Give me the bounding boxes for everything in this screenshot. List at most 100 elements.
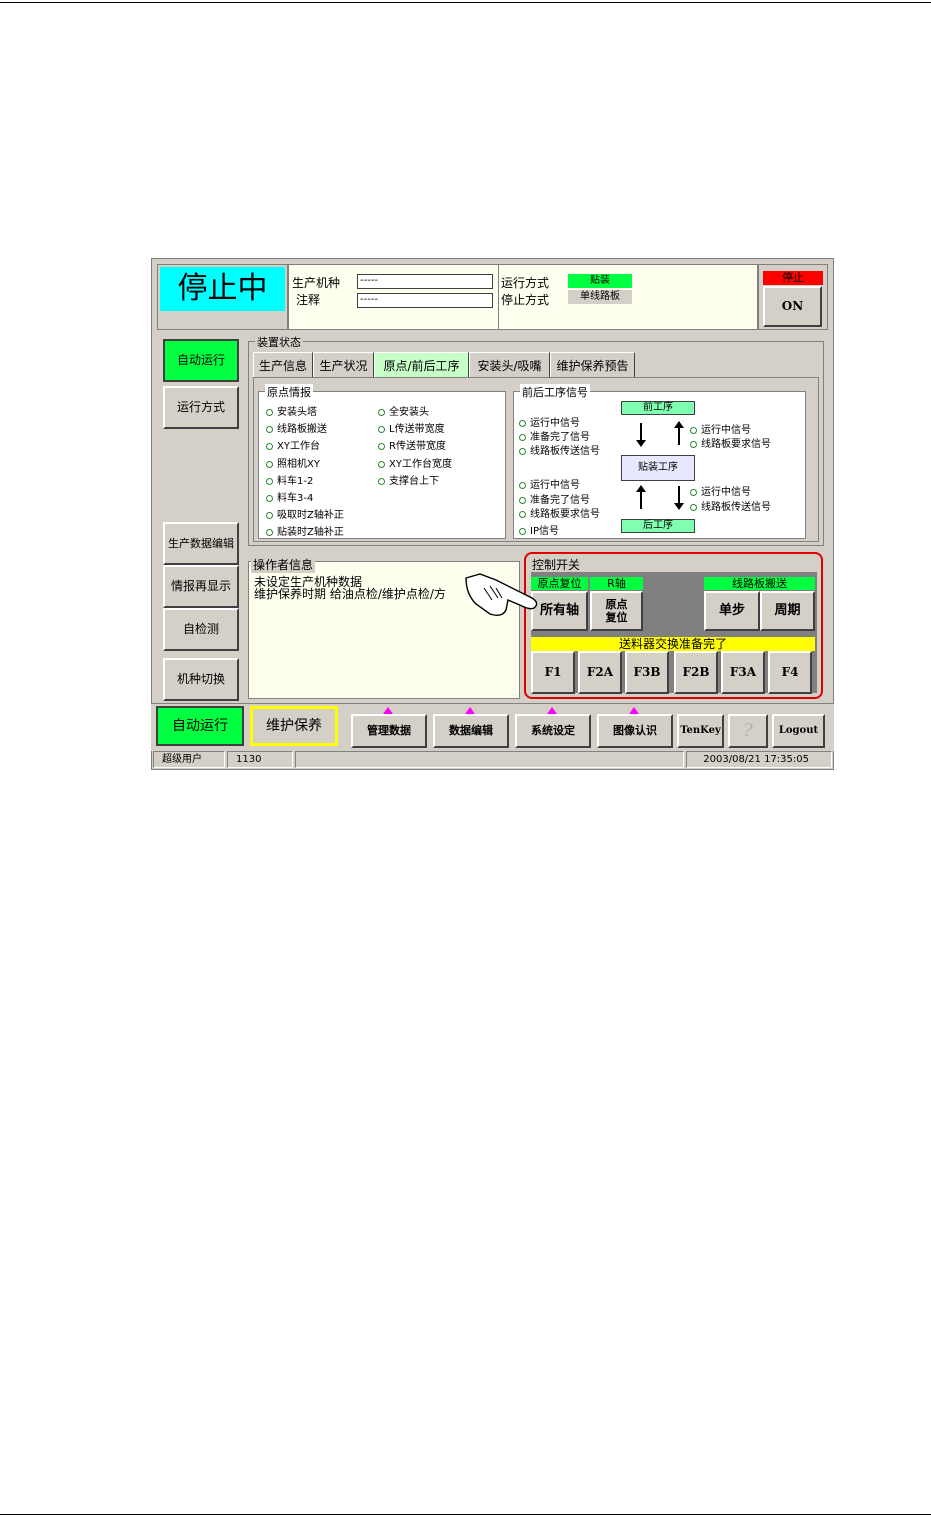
signal-item-label: 线路板要求信号 — [530, 509, 600, 520]
indicator-icon — [519, 447, 526, 455]
origin-item: 吸取时Z轴补正 — [266, 506, 344, 521]
origin-item: XY工作台宽度 — [378, 455, 452, 470]
help-button[interactable]: ? — [728, 714, 768, 748]
board-transfer-header: 线路板搬送 — [704, 577, 815, 590]
origin-item-label: R传送带宽度 — [389, 441, 446, 452]
arrow-up-icon — [674, 421, 684, 445]
origin-item-label: 全安装头 — [389, 407, 429, 418]
arrow-down-icon — [636, 423, 646, 447]
model-field[interactable]: ----- — [357, 274, 493, 289]
image-recognition-button[interactable]: 图像认识 — [597, 714, 673, 748]
tab-maintenance-notice[interactable]: 维护保养预告 — [550, 352, 635, 377]
f3b-button[interactable]: F3B — [625, 651, 669, 694]
origin-reset-button[interactable]: 原点 复位 — [590, 591, 643, 631]
bottom-auto-run-button[interactable]: 自动运行 — [156, 706, 244, 746]
status-panel: 停止中 — [157, 264, 288, 330]
r-axis-header: R轴 — [590, 577, 643, 590]
f2a-button[interactable]: F2A — [578, 651, 622, 694]
indicator-icon — [690, 503, 697, 511]
indicator-icon — [266, 425, 273, 433]
logout-button[interactable]: Logout — [772, 714, 825, 748]
indicator-icon — [519, 496, 526, 504]
sidebar-model-switch-button[interactable]: 机种切换 — [163, 658, 239, 701]
origin-item: XY工作台 — [266, 437, 320, 452]
signal-item: 运行中信号 — [690, 483, 751, 498]
tenkey-button[interactable]: TenKey — [677, 714, 724, 748]
next-process-box: 后工序 — [621, 519, 695, 533]
indicator-icon — [266, 460, 273, 468]
signal-item-label: 线路板传送信号 — [701, 502, 771, 513]
stop-mode-value: 单线路板 — [568, 290, 632, 304]
sidebar-info-redisplay-button[interactable]: 情报再显示 — [163, 565, 239, 608]
f1-button[interactable]: F1 — [531, 651, 575, 694]
signal-item: 线路板传送信号 — [519, 442, 600, 457]
pointing-hand-icon — [465, 573, 538, 617]
origin-item-label: 吸取时Z轴补正 — [277, 510, 344, 521]
data-edit-button[interactable]: 数据编辑 — [433, 714, 509, 748]
indicator-icon — [519, 510, 526, 518]
step-button[interactable]: 单步 — [704, 591, 760, 631]
tab-production-status[interactable]: 生产状况 — [313, 352, 374, 377]
sidebar-run-mode-button[interactable]: 运行方式 — [163, 386, 239, 429]
indicator-icon — [378, 442, 385, 450]
sidebar-self-check-button[interactable]: 自检测 — [163, 608, 239, 651]
status-datetime: 2003/08/21 17:35:05 — [686, 751, 832, 768]
indicator-icon — [378, 425, 385, 433]
operator-message-2: 维护保养时期 给油点检/维护点检/方 — [254, 587, 446, 601]
indicator-icon — [519, 527, 526, 535]
signal-item-label: IP信号 — [530, 526, 559, 537]
signal-item: 线路板要求信号 — [519, 505, 600, 520]
indicator-icon — [378, 408, 385, 416]
indicator-icon — [266, 408, 273, 416]
note-field[interactable]: ----- — [357, 293, 493, 308]
origin-item: R传送带宽度 — [378, 437, 446, 452]
signal-item: 运行中信号 — [519, 476, 580, 491]
tab-production-info[interactable]: 生产信息 — [253, 352, 313, 377]
menu-indicator-icon — [629, 707, 639, 714]
system-setting-button[interactable]: 系统设定 — [515, 714, 591, 748]
f4-button[interactable]: F4 — [768, 651, 812, 694]
indicator-icon — [690, 426, 697, 434]
origin-reset-button-label: 原点 复位 — [605, 597, 628, 624]
cycle-button[interactable]: 周期 — [760, 591, 815, 631]
manage-data-button[interactable]: 管理数据 — [351, 714, 427, 748]
header-divider — [498, 265, 499, 329]
sidebar-auto-run-button[interactable]: 自动运行 — [163, 339, 239, 382]
origin-item: 支撑台上下 — [378, 472, 439, 487]
indicator-icon — [519, 433, 526, 441]
origin-item: 全安装头 — [378, 403, 429, 418]
tab-head-nozzle[interactable]: 安装头/吸嘴 — [469, 352, 550, 377]
process-signal-title: 前后工序信号 — [520, 384, 590, 400]
status-state-display: 停止中 — [160, 267, 285, 311]
indicator-icon — [378, 460, 385, 468]
help-icon: ? — [743, 720, 753, 742]
indicator-icon — [266, 442, 273, 450]
origin-item: 贴装时Z轴补正 — [266, 523, 344, 538]
sidebar-prod-data-edit-button[interactable]: 生产数据编辑 — [163, 522, 239, 565]
signal-item: IP信号 — [519, 522, 559, 537]
origin-item-label: 料车1-2 — [277, 476, 314, 487]
indicator-icon — [266, 477, 273, 485]
origin-item-label: L传送带宽度 — [389, 424, 445, 435]
origin-item-label: XY工作台 — [277, 441, 320, 452]
signal-item-label: 运行中信号 — [530, 480, 580, 491]
prev-process-box: 前工序 — [621, 401, 695, 415]
stop-mode-label: 停止方式 — [501, 293, 550, 307]
origin-item: L传送带宽度 — [378, 420, 445, 435]
origin-info-title: 原点情报 — [265, 384, 313, 400]
indicator-icon — [519, 481, 526, 489]
on-button[interactable]: ON — [763, 286, 822, 327]
signal-item: 准备完了信号 — [519, 428, 590, 443]
bottom-rule — [0, 1514, 931, 1515]
run-mode-value: 贴装 — [568, 274, 632, 288]
arrow-down-icon — [674, 486, 684, 510]
run-mode-label: 运行方式 — [501, 276, 550, 290]
signal-arrows — [636, 421, 684, 510]
stop-indicator: 停止 — [763, 271, 823, 285]
model-label: 生产机种 — [292, 276, 341, 290]
tab-origin-process[interactable]: 原点/前后工序 — [374, 352, 469, 377]
f3a-button[interactable]: F3A — [721, 651, 765, 694]
f2b-button[interactable]: F2B — [674, 651, 718, 694]
bottom-maintenance-button[interactable]: 维护保养 — [250, 706, 338, 746]
status-user: 超级用户 — [153, 751, 225, 768]
